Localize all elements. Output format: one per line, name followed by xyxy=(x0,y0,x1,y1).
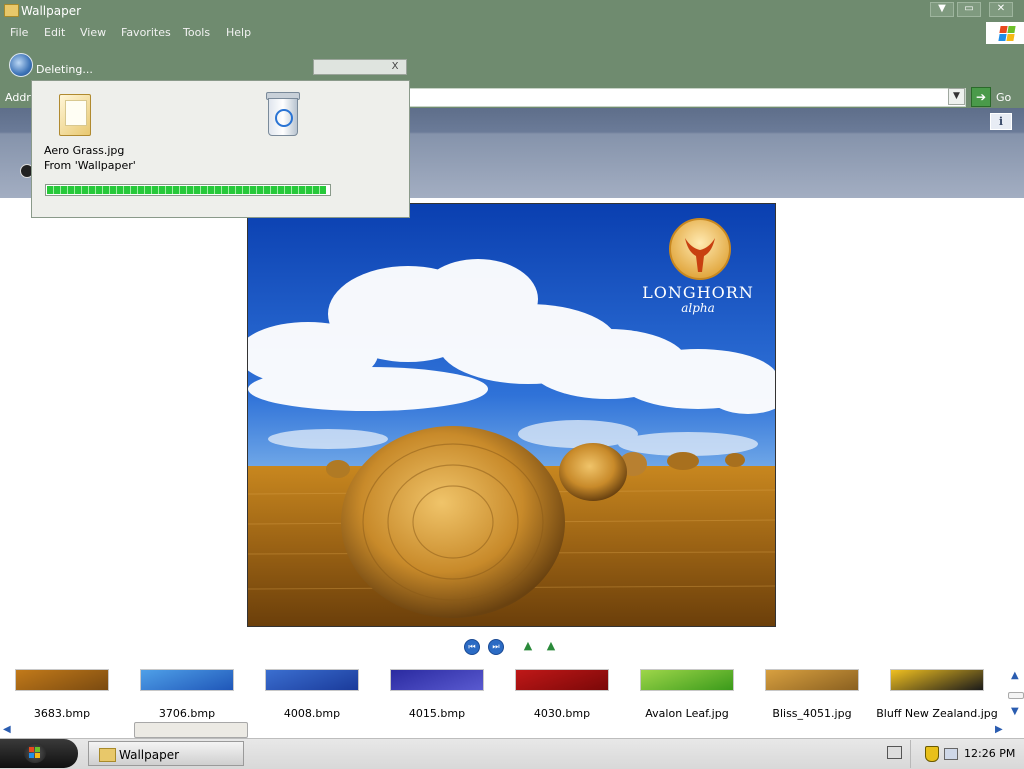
taskbar-item-wallpaper[interactable]: Wallpaper xyxy=(88,741,244,766)
vertical-scroll-thumb[interactable] xyxy=(1008,692,1024,699)
address-label: Addr xyxy=(5,91,31,104)
rotate-right-icon[interactable]: ▲ xyxy=(543,640,559,652)
globe-back-icon[interactable] xyxy=(9,53,33,77)
thumbnail-image[interactable] xyxy=(515,669,609,691)
thumbnail-image[interactable] xyxy=(390,669,484,691)
info-icon[interactable]: i xyxy=(990,113,1012,130)
progress-fill xyxy=(47,186,326,194)
windows-logo-icon xyxy=(986,22,1024,44)
deleting-dialog: Deleting... X Aero Grass.jpg From 'Wallp… xyxy=(31,58,410,218)
taskbar-item-label: Wallpaper xyxy=(119,748,180,762)
thumbnail-image[interactable] xyxy=(765,669,859,691)
folder-icon xyxy=(4,4,19,17)
title-bar: Wallpaper ▼ ▭ ✕ xyxy=(0,0,1024,22)
menu-bar: File Edit View Favorites Tools Help xyxy=(0,22,1024,44)
dialog-title-controls: X xyxy=(313,59,407,75)
hay-field-picture xyxy=(248,204,775,626)
rotate-left-icon[interactable]: ▲ xyxy=(520,640,536,652)
menu-edit[interactable]: Edit xyxy=(44,26,65,39)
close-button[interactable]: ✕ xyxy=(989,2,1013,17)
scroll-up-icon[interactable]: ▲ xyxy=(1011,670,1019,681)
dialog-title-bar: Deleting... X xyxy=(31,58,410,80)
window-title: Wallpaper xyxy=(21,4,82,18)
thumbnail-image[interactable] xyxy=(265,669,359,691)
keyboard-icon[interactable] xyxy=(887,746,902,759)
address-input[interactable] xyxy=(408,88,966,107)
thumbnail-label[interactable]: Avalon Leaf.jpg xyxy=(625,707,749,720)
network-icon[interactable] xyxy=(944,748,958,760)
thumbnail-image[interactable] xyxy=(15,669,109,691)
image-preview: LONGHORN alpha xyxy=(247,203,776,627)
thumbnail-image[interactable] xyxy=(640,669,734,691)
recycle-bin-icon xyxy=(264,92,300,136)
menu-tools[interactable]: Tools xyxy=(183,26,210,39)
horizontal-scroll-thumb[interactable] xyxy=(134,722,248,738)
scroll-right-icon[interactable]: ▶ xyxy=(995,724,1003,735)
scroll-down-icon[interactable]: ▼ xyxy=(1011,706,1019,717)
dialog-body: Aero Grass.jpg From 'Wallpaper' xyxy=(31,80,410,218)
thumbnail-label[interactable]: Bluff New Zealand.jpg xyxy=(875,707,999,720)
thumbnail-label[interactable]: 4008.bmp xyxy=(250,707,374,720)
menu-file[interactable]: File xyxy=(10,26,28,39)
thumbnail-label[interactable]: 3706.bmp xyxy=(125,707,249,720)
thumbnail-label[interactable]: 4030.bmp xyxy=(500,707,624,720)
thumbnail-label[interactable]: Bliss_4051.jpg xyxy=(750,707,874,720)
scroll-left-icon[interactable]: ◀ xyxy=(3,724,11,735)
logo-title: LONGHORN xyxy=(642,283,754,302)
chevron-down-icon[interactable]: ▼ xyxy=(948,88,965,105)
maximize-button[interactable]: ▭ xyxy=(957,2,981,17)
logo-subtitle: alpha xyxy=(681,301,715,315)
thumbnail-label[interactable]: 3683.bmp xyxy=(0,707,124,720)
thumbnail-image[interactable] xyxy=(890,669,984,691)
file-name: Aero Grass.jpg xyxy=(44,144,125,157)
source-folder: From 'Wallpaper' xyxy=(44,159,136,172)
progress-bar xyxy=(45,184,331,196)
minimize-button[interactable]: ▼ xyxy=(930,2,954,17)
menu-view[interactable]: View xyxy=(80,26,106,39)
longhorn-logo xyxy=(669,218,731,280)
dialog-close-button[interactable]: X xyxy=(388,60,402,73)
next-image-button[interactable]: ⏭ xyxy=(488,639,504,655)
system-tray: 12:26 PM xyxy=(910,740,1024,768)
go-button[interactable]: Go xyxy=(996,91,1011,104)
thumbnail-image[interactable] xyxy=(140,669,234,691)
thumbnail-label[interactable]: 4015.bmp xyxy=(375,707,499,720)
clock[interactable]: 12:26 PM xyxy=(964,747,1015,760)
security-shield-icon[interactable] xyxy=(925,746,939,762)
start-button[interactable] xyxy=(0,739,78,768)
folder-icon xyxy=(99,748,116,762)
go-arrow-icon[interactable]: ➔ xyxy=(971,87,991,107)
dialog-title: Deleting... xyxy=(36,63,93,76)
previous-image-button[interactable]: ⏮ xyxy=(464,639,480,655)
menu-help[interactable]: Help xyxy=(226,26,251,39)
file-icon xyxy=(57,92,91,136)
menu-favorites[interactable]: Favorites xyxy=(121,26,171,39)
